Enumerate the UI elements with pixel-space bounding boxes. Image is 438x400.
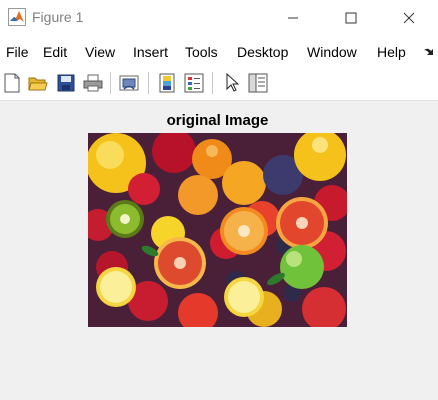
menu-bar: File Edit View Insert Tools Desktop Wind… bbox=[0, 36, 438, 66]
legend-button[interactable] bbox=[183, 72, 205, 94]
property-editor-button[interactable] bbox=[247, 72, 269, 94]
axes-title: original Image bbox=[166, 112, 269, 129]
link-plot-icon bbox=[119, 75, 139, 91]
title-bar: Figure 1 bbox=[0, 0, 438, 36]
colorbar-button[interactable] bbox=[156, 72, 178, 94]
toolbar-separator bbox=[110, 72, 111, 94]
menu-window[interactable]: Window bbox=[307, 44, 357, 60]
menu-desktop[interactable]: Desktop bbox=[237, 44, 288, 60]
fruit-photo-image bbox=[88, 133, 347, 327]
maximize-button[interactable] bbox=[328, 0, 374, 36]
close-button[interactable] bbox=[386, 0, 432, 36]
colorbar-icon bbox=[159, 73, 175, 93]
edit-plot-button[interactable] bbox=[221, 72, 243, 94]
print-icon bbox=[83, 74, 103, 92]
menu-view[interactable]: View bbox=[85, 44, 115, 60]
link-plot-button[interactable] bbox=[118, 72, 140, 94]
close-icon bbox=[403, 12, 415, 24]
menu-insert[interactable]: Insert bbox=[133, 44, 168, 60]
figure-toolbar bbox=[0, 66, 438, 101]
minimize-icon bbox=[288, 17, 298, 19]
maximize-icon bbox=[345, 12, 357, 24]
edit-plot-arrow-icon bbox=[226, 73, 239, 92]
toolbar-separator bbox=[212, 72, 213, 94]
new-figure-button[interactable] bbox=[1, 72, 23, 94]
legend-icon bbox=[184, 73, 204, 93]
menu-edit[interactable]: Edit bbox=[43, 44, 67, 60]
menu-file[interactable]: File bbox=[6, 44, 29, 60]
new-figure-icon bbox=[4, 73, 20, 93]
save-button[interactable] bbox=[55, 72, 77, 94]
save-icon bbox=[57, 74, 75, 92]
minimize-button[interactable] bbox=[270, 0, 316, 36]
toolbar-separator bbox=[148, 72, 149, 94]
menu-help[interactable]: Help bbox=[377, 44, 406, 60]
property-editor-icon bbox=[248, 73, 268, 93]
menu-tools[interactable]: Tools bbox=[185, 44, 218, 60]
window-title: Figure 1 bbox=[32, 9, 84, 25]
dock-arrow-icon[interactable] bbox=[422, 46, 434, 58]
open-file-button[interactable] bbox=[27, 72, 49, 94]
print-button[interactable] bbox=[82, 72, 104, 94]
matlab-logo-icon bbox=[8, 8, 26, 26]
open-file-icon bbox=[28, 77, 48, 91]
